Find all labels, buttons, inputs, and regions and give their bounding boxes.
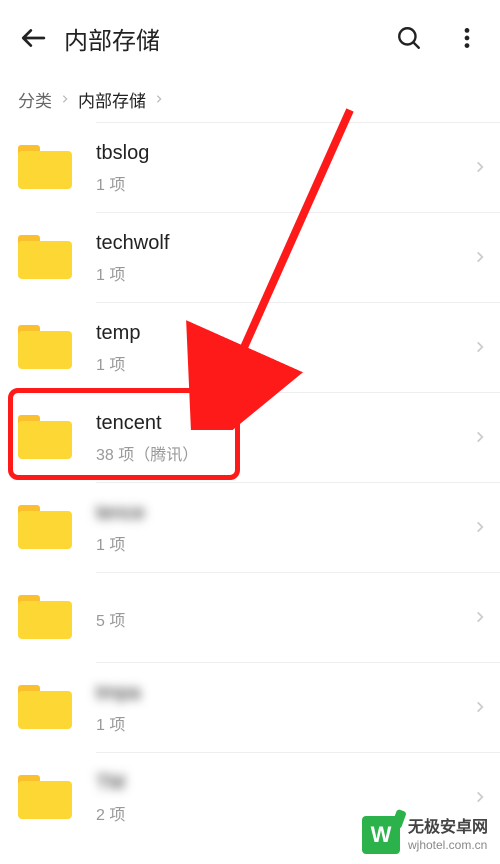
divider	[96, 302, 500, 303]
folder-row[interactable]: techwolf 1 项	[18, 212, 500, 302]
breadcrumb-current: 内部存储	[78, 87, 146, 112]
chevron-right-icon	[154, 89, 164, 109]
folder-icon	[18, 235, 72, 279]
more-button[interactable]	[452, 23, 482, 53]
folder-icon	[18, 505, 72, 549]
chevron-right-icon	[460, 520, 500, 534]
folder-subtitle: 1 项	[96, 351, 460, 375]
chevron-right-icon	[460, 790, 500, 804]
folder-subtitle: 1 项	[96, 531, 460, 555]
folder-name: tbslog	[96, 139, 460, 167]
folder-name: temp	[96, 319, 460, 347]
divider	[96, 572, 500, 573]
folder-subtitle: 1 项	[96, 711, 460, 735]
search-button[interactable]	[394, 23, 424, 53]
chevron-right-icon	[460, 250, 500, 264]
folder-subtitle: 5 项	[96, 607, 460, 631]
folder-name: tmpa	[96, 679, 460, 707]
chevron-right-icon	[460, 700, 500, 714]
folder-icon	[18, 145, 72, 189]
breadcrumb: 分类 内部存储	[0, 76, 500, 122]
divider	[96, 482, 500, 483]
chevron-right-icon	[460, 430, 500, 444]
breadcrumb-root[interactable]: 分类	[18, 87, 52, 112]
folder-icon	[18, 775, 72, 819]
folder-icon	[18, 415, 72, 459]
folder-row[interactable]: tence 1 项	[18, 482, 500, 572]
folder-icon	[18, 325, 72, 369]
page-title: 内部存储	[64, 21, 394, 56]
folder-name: tence	[96, 499, 460, 527]
chevron-right-icon	[460, 610, 500, 624]
folder-name: tencent	[96, 409, 460, 437]
chevron-right-icon	[460, 160, 500, 174]
divider	[96, 752, 500, 753]
folder-icon	[18, 685, 72, 729]
divider	[96, 212, 500, 213]
folder-subtitle: 1 项	[96, 171, 460, 195]
folder-name: TM	[96, 769, 460, 797]
folder-row[interactable]: tbslog 1 项	[18, 122, 500, 212]
folder-row[interactable]: TM 2 项	[18, 752, 500, 842]
folder-subtitle: 2 项	[96, 801, 460, 825]
divider	[96, 662, 500, 663]
chevron-right-icon	[60, 89, 70, 109]
folder-icon	[18, 595, 72, 639]
back-button[interactable]	[18, 23, 48, 53]
folder-row[interactable]: temp 1 项	[18, 302, 500, 392]
folder-subtitle: 38 项（腾讯）	[96, 441, 460, 465]
folder-subtitle: 1 项	[96, 261, 460, 285]
divider	[96, 392, 500, 393]
folder-row[interactable]: tencent 38 项（腾讯）	[18, 392, 500, 482]
folder-name: techwolf	[96, 229, 460, 257]
folder-row[interactable]: 5 项	[18, 572, 500, 662]
divider	[96, 122, 500, 123]
folder-row[interactable]: tmpa 1 项	[18, 662, 500, 752]
chevron-right-icon	[460, 340, 500, 354]
